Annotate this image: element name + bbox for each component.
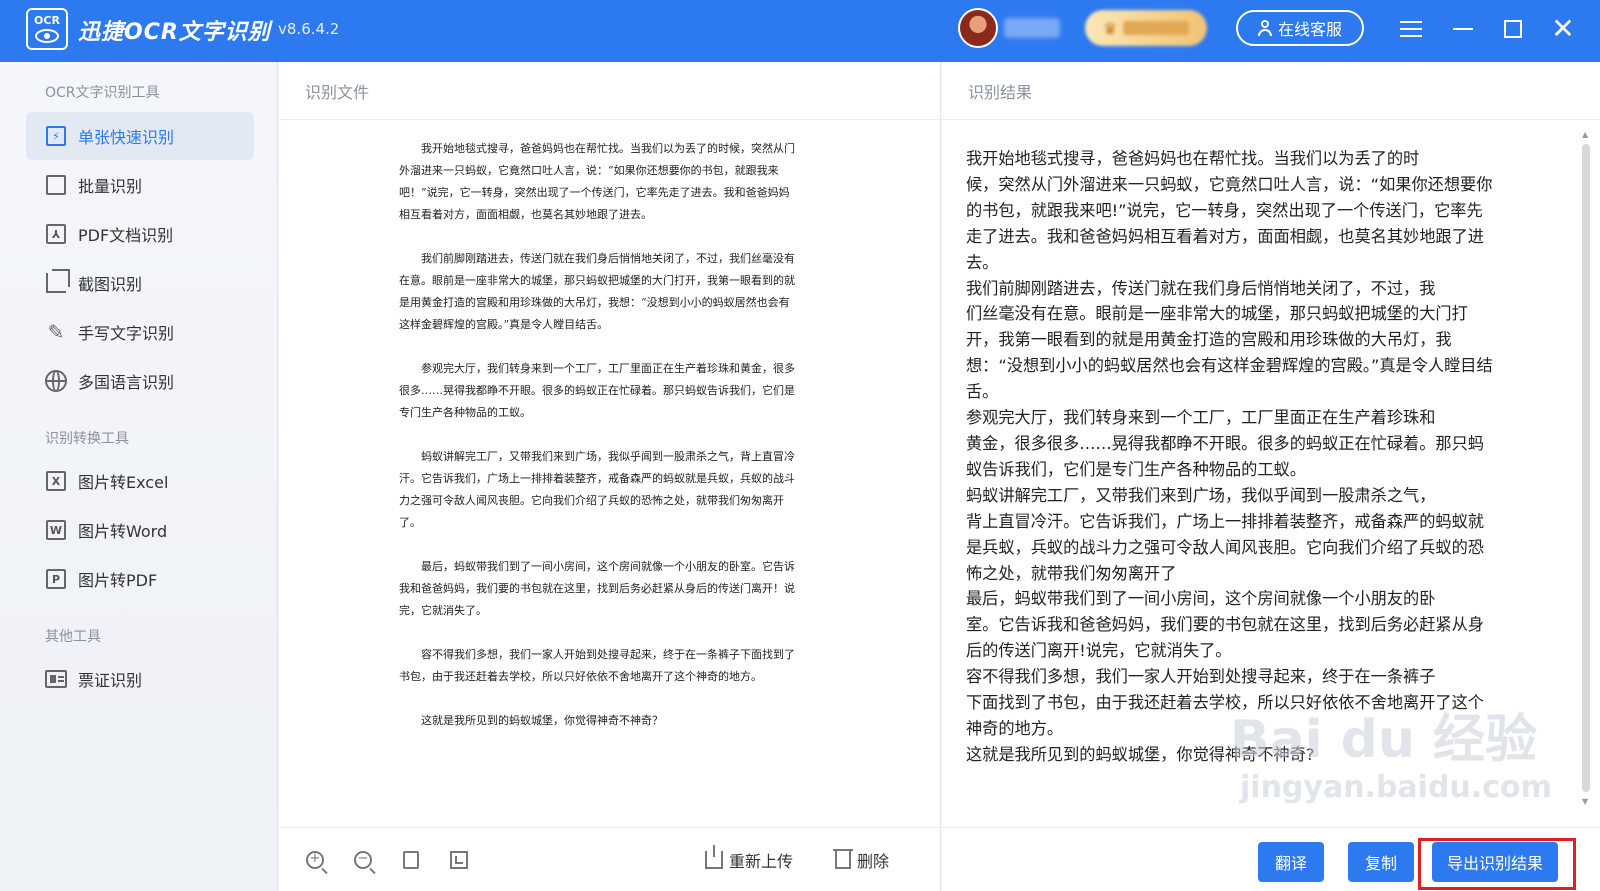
online-service-label: 在线客服 xyxy=(1277,20,1342,39)
upload-icon xyxy=(705,845,723,869)
scroll-down-icon[interactable]: ▼ xyxy=(1582,797,1588,806)
username-blurred[interactable] xyxy=(1004,18,1060,38)
sidebar-item-label: 单张快速识别 xyxy=(78,128,175,147)
sidebar-item-label: 图片转Excel xyxy=(78,473,169,492)
sidebar-item-label: 图片转Word xyxy=(78,522,168,541)
zoom-in-icon[interactable]: + xyxy=(303,848,327,872)
fit-screen-icon[interactable] xyxy=(447,848,471,872)
app-title: 迅捷OCR文字识别 xyxy=(78,20,271,45)
pdf-doc-icon: ⅄ xyxy=(44,222,68,246)
result-header: 识别结果 xyxy=(942,62,1600,120)
source-file-panel: 识别文件 我开始地毯式搜寻，爸爸妈妈也在帮忙找。当我们以为丢了的时候，突然从门外… xyxy=(279,62,941,891)
sidebar-item-img-to-word[interactable]: W 图片转Word xyxy=(26,506,254,554)
maximize-icon[interactable] xyxy=(1498,14,1528,44)
app-version: v8.6.4.2 xyxy=(278,20,340,38)
sidebar-item-batch[interactable]: 批量识别 xyxy=(26,161,254,209)
doc-paragraph: 我开始地毯式搜寻，爸爸妈妈也在帮忙找。当我们以为丢了的时候，突然从门外溜进来一只… xyxy=(399,142,795,221)
crown-icon: ♛ xyxy=(1103,18,1118,38)
scroll-up-icon[interactable]: ▲ xyxy=(1582,130,1588,139)
sidebar-item-img-to-pdf[interactable]: P 图片转PDF xyxy=(26,555,254,603)
sidebar-item-label: 手写文字识别 xyxy=(78,324,175,343)
doc-paragraph: 容不得我们多想，我们一家人开始到处搜寻起来，终于在一条裤子下面找到了书包，由于我… xyxy=(399,648,795,683)
document-preview: 我开始地毯式搜寻，爸爸妈妈也在帮忙找。当我们以为丢了的时候，突然从门外溜进来一只… xyxy=(399,138,799,754)
delete-label: 删除 xyxy=(857,852,890,871)
word-icon: W xyxy=(44,518,68,542)
doc-paragraph: 我们前脚刚踏进去，传送门就在我们身后悄悄地关闭了，不过，我们丝毫没有在意。眼前是… xyxy=(399,252,795,331)
sidebar-item-ticket[interactable]: 票证识别 xyxy=(26,655,254,703)
sidebar-item-img-to-excel[interactable]: X 图片转Excel xyxy=(26,457,254,505)
translate-button[interactable]: 翻译 xyxy=(1258,842,1324,882)
app-logo-icon: OCR xyxy=(26,8,68,50)
sidebar-section-other-tools: 其他工具 xyxy=(45,629,101,645)
sidebar-item-multilang[interactable]: 多国语言识别 xyxy=(26,357,254,405)
preview-toolbar: + − 重新上传 删除 xyxy=(279,827,940,891)
result-scrollbar[interactable]: ▲ ▼ xyxy=(1580,130,1592,806)
sidebar-item-label: 票证识别 xyxy=(78,671,143,690)
sidebar-item-label: 批量识别 xyxy=(78,177,143,196)
sidebar-item-label: 多国语言识别 xyxy=(78,373,175,392)
title-bar: OCR 迅捷OCR文字识别 v8.6.4.2 ♛ 在线客服 ✕ xyxy=(0,0,1600,62)
sidebar: OCR文字识别工具 ⚡ 单张快速识别 批量识别 ⅄ PDF文档识别 截图识别 ✎… xyxy=(0,62,278,891)
sidebar-section-ocr-tools: OCR文字识别工具 xyxy=(45,85,160,101)
excel-icon: X xyxy=(44,469,68,493)
crop-icon xyxy=(44,269,70,295)
eye-icon xyxy=(35,29,59,43)
result-panel: 识别结果 我开始地毯式搜寻，爸爸妈妈也在帮忙找。当我们以为丢了的时 候，突然从门… xyxy=(942,62,1600,891)
doc-paragraph: 蚂蚁讲解完工厂，又带我们来到广场，我似乎闻到一股肃杀之气，背上直冒冷汗。它告诉我… xyxy=(399,450,795,529)
result-toolbar: 翻译 复制 导出识别结果 xyxy=(942,827,1600,891)
result-content: 我开始地毯式搜寻，爸爸妈妈也在帮忙找。当我们以为丢了的时 候，突然从门外溜进来一… xyxy=(966,149,1493,764)
sidebar-item-pdf-doc[interactable]: ⅄ PDF文档识别 xyxy=(26,210,254,258)
export-result-button[interactable]: 导出识别结果 xyxy=(1432,842,1558,882)
delete-button[interactable]: 删除 xyxy=(833,848,890,872)
vip-badge[interactable]: ♛ xyxy=(1085,10,1207,46)
menu-icon[interactable] xyxy=(1396,14,1426,44)
zoom-out-icon[interactable]: − xyxy=(351,848,375,872)
pen-icon: ✎ xyxy=(47,320,65,344)
close-icon[interactable]: ✕ xyxy=(1548,14,1578,44)
batch-icon xyxy=(44,173,68,197)
fast-scan-icon: ⚡ xyxy=(44,124,68,148)
reupload-button[interactable]: 重新上传 xyxy=(705,845,794,872)
sidebar-item-label: 图片转PDF xyxy=(78,571,158,590)
sidebar-item-label: 截图识别 xyxy=(78,275,143,294)
person-icon xyxy=(1257,20,1272,36)
reupload-label: 重新上传 xyxy=(729,852,794,871)
doc-paragraph: 这就是我所见到的蚂蚁城堡，你觉得神奇不神奇？ xyxy=(421,714,663,727)
sidebar-item-screenshot[interactable]: 截图识别 xyxy=(26,259,254,307)
sidebar-item-handwriting[interactable]: ✎ 手写文字识别 xyxy=(26,308,254,356)
rotate-icon[interactable] xyxy=(399,848,423,872)
sidebar-item-label: PDF文档识别 xyxy=(78,226,174,245)
trash-icon xyxy=(833,849,853,869)
pdf-icon: P xyxy=(44,567,68,591)
sidebar-section-convert-tools: 识别转换工具 xyxy=(45,431,129,447)
vip-label-blurred xyxy=(1123,21,1190,35)
avatar[interactable] xyxy=(958,8,998,48)
source-file-header: 识别文件 xyxy=(279,62,940,120)
minimize-icon[interactable] xyxy=(1448,14,1478,44)
result-textarea[interactable]: 我开始地毯式搜寻，爸爸妈妈也在帮忙找。当我们以为丢了的时 候，突然从门外溜进来一… xyxy=(966,146,1556,768)
sidebar-item-single-quick[interactable]: ⚡ 单张快速识别 xyxy=(26,112,254,160)
app-window: OCR 迅捷OCR文字识别 v8.6.4.2 ♛ 在线客服 ✕ OCR文字识别工… xyxy=(0,0,1600,891)
globe-icon xyxy=(44,369,68,393)
copy-button[interactable]: 复制 xyxy=(1348,842,1414,882)
scroll-thumb[interactable] xyxy=(1582,144,1590,792)
doc-paragraph: 参观完大厅，我们转身来到一个工厂，工厂里面正在生产着珍珠和黄金，很多很多……晃得… xyxy=(399,362,795,419)
doc-paragraph: 最后，蚂蚁带我们到了一间小房间，这个房间就像一个小朋友的卧室。它告诉我和爸爸妈妈… xyxy=(399,560,795,617)
online-service-button[interactable]: 在线客服 xyxy=(1236,10,1364,46)
ticket-icon xyxy=(44,667,68,691)
logo-text: OCR xyxy=(34,14,60,27)
